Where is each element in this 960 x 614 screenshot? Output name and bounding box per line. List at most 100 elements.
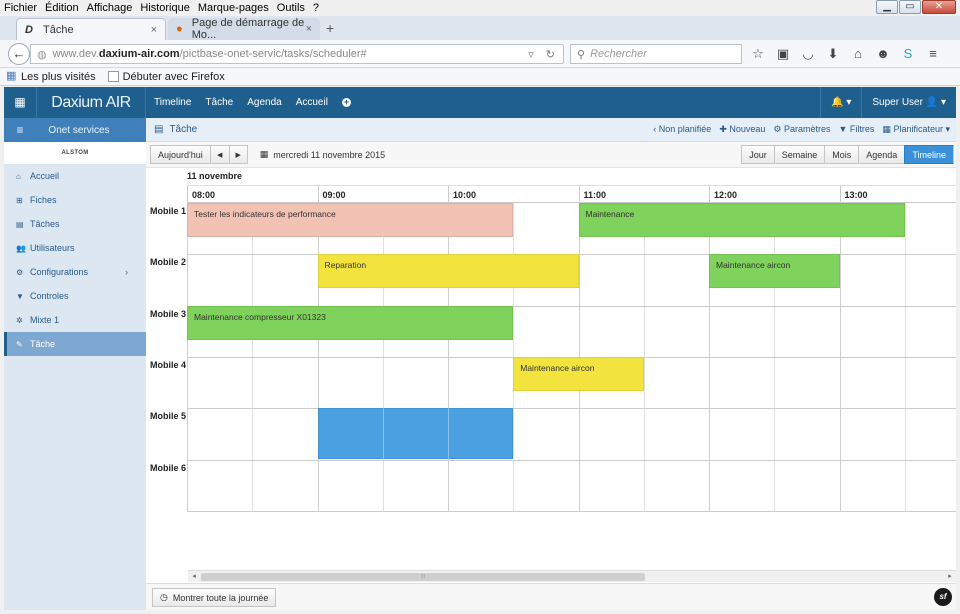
- date-picker[interactable]: ▦ mercredi 11 novembre 2015: [260, 149, 385, 160]
- view-semaine[interactable]: Semaine: [773, 145, 825, 164]
- view-switcher: Jour Semaine Mois Agenda Timeline: [741, 145, 954, 164]
- reading-list-icon[interactable]: ▣: [775, 46, 791, 62]
- topnav-accueil[interactable]: Accueil: [296, 97, 328, 108]
- menu-item[interactable]: ?: [313, 2, 319, 14]
- dropdown-arrow-icon[interactable]: ▿: [528, 48, 534, 61]
- maximize-icon[interactable]: ▭: [899, 0, 921, 14]
- topnav-timeline[interactable]: Timeline: [154, 97, 191, 108]
- sidebar-item-label: Controles: [30, 291, 69, 301]
- minimize-icon[interactable]: ▁: [876, 0, 898, 14]
- browser-toolbar-icons: ☆ ▣ ◡ ⬇ ⌂ ☻ S ≡: [750, 46, 941, 62]
- show-full-day-button[interactable]: ◷ Montrer toute la journée: [152, 588, 277, 607]
- scroll-left-icon[interactable]: ◂: [188, 571, 200, 583]
- new-tab-icon[interactable]: +: [326, 20, 334, 36]
- timeline-event[interactable]: Maintenance compresseur X01323: [187, 305, 514, 340]
- sidebar-item-mixte-1[interactable]: ✲ Mixte 1: [4, 308, 146, 332]
- hour-header: 11:00: [578, 186, 710, 204]
- menu-item[interactable]: Marque-pages: [198, 2, 269, 14]
- tasks-icon: ▤: [16, 219, 24, 229]
- download-icon[interactable]: ⬇: [825, 46, 841, 62]
- page-header: ▤ Tâche ‹ Non planifiée ✚ Nouveau ⚙ Para…: [146, 118, 956, 142]
- timeline-event[interactable]: Maintenance: [578, 203, 905, 237]
- view-timeline[interactable]: Timeline: [904, 145, 954, 164]
- pocket-icon[interactable]: ◡: [800, 46, 816, 62]
- url-path: /pictbase-onet-servic/tasks/scheduler#: [179, 48, 367, 60]
- skype-icon[interactable]: S: [900, 46, 916, 62]
- timeline-event[interactable]: Maintenance aircon: [709, 254, 840, 289]
- hour-header: 10:00: [448, 186, 579, 204]
- scheduler-footer: ◷ Montrer toute la journée sf: [146, 583, 956, 610]
- url-bar[interactable]: ◍ www.dev. daxium-air.com/pictbase-onet-s…: [30, 44, 564, 64]
- menu-item[interactable]: Fichier: [4, 2, 37, 14]
- next-arrow-icon[interactable]: ▶: [228, 145, 248, 164]
- timeline-event[interactable]: Tester les indicateurs de performance: [187, 203, 514, 237]
- sidebar-item-controles[interactable]: ▼ Controles: [4, 284, 146, 308]
- clock-icon: ◷: [160, 592, 168, 602]
- page-icon: [107, 71, 119, 82]
- menu-item[interactable]: Outils: [277, 2, 305, 14]
- browser-tabstrip: D Tâche × ● Page de démarrage de Mo... ×: [0, 16, 960, 41]
- app-topbar: ▦ Daxium AIR Timeline Tâche Agenda Accue…: [4, 87, 956, 118]
- timeline-event[interactable]: Maintenance aircon: [513, 356, 644, 391]
- menu-item[interactable]: Édition: [45, 2, 79, 14]
- today-button[interactable]: Aujourd'hui: [150, 145, 210, 164]
- sidebar: ≡ Onet services ALSTOM ⌂ Accueil ⊞ Fiches ▤ T…: [4, 118, 146, 610]
- app-grid-icon[interactable]: ▦: [4, 87, 36, 118]
- topnav-tache[interactable]: Tâche: [205, 97, 233, 108]
- view-agenda[interactable]: Agenda: [858, 145, 905, 164]
- bookmark-star-icon[interactable]: ☆: [750, 46, 766, 62]
- view-jour[interactable]: Jour: [741, 145, 774, 164]
- topnav-agenda[interactable]: Agenda: [247, 97, 281, 108]
- bookmark-getting-started[interactable]: Débuter avec Firefox: [107, 71, 225, 83]
- user-menu[interactable]: Super User 👤 ▾: [861, 87, 956, 118]
- new-button[interactable]: ✚ Nouveau: [719, 124, 765, 135]
- brand-logo[interactable]: Daxium AIR: [36, 87, 146, 118]
- bookmark-most-visited[interactable]: ▦ Les plus visités: [6, 71, 96, 83]
- top-navigation: Timeline Tâche Agenda Accueil +: [154, 87, 351, 118]
- back-arrow-icon[interactable]: ←: [8, 43, 30, 65]
- symfony-logo-icon[interactable]: sf: [934, 588, 952, 606]
- browser-tab-inactive[interactable]: ● Page de démarrage de Mo... ×: [168, 17, 320, 41]
- browser-search-input[interactable]: ⚲ Rechercher: [570, 44, 742, 64]
- filter-icon: ▼: [16, 291, 24, 301]
- most-visited-icon: ▦: [6, 70, 17, 82]
- sidebar-item-label: Fiches: [30, 195, 57, 205]
- sidebar-item-fiches[interactable]: ⊞ Fiches: [4, 188, 146, 212]
- browser-tab-active[interactable]: D Tâche ×: [16, 18, 166, 40]
- sidebar-item-utilisateurs[interactable]: 👥 Utilisateurs: [4, 236, 146, 260]
- user-icon: 👤: [925, 97, 939, 108]
- sidebar-toggle-icon[interactable]: ≡: [4, 123, 36, 137]
- timeline-event[interactable]: [317, 408, 514, 460]
- event-slot-divider: [448, 408, 449, 460]
- prev-arrow-icon[interactable]: ◀: [209, 145, 229, 164]
- planner-button[interactable]: ▦ Planificateur ▾: [882, 124, 950, 135]
- scroll-thumb[interactable]: ⦙⦙⦙: [201, 573, 645, 581]
- home-icon[interactable]: ⌂: [850, 46, 866, 62]
- tab-close-icon[interactable]: ×: [151, 24, 157, 36]
- sitemap-icon: ⊞: [16, 195, 23, 205]
- notifications-bell-icon[interactable]: 🔔 ▾: [820, 87, 861, 118]
- settings-button[interactable]: ⚙ Paramètres: [773, 124, 830, 135]
- scroll-right-icon[interactable]: ▸: [944, 571, 956, 583]
- tab-close-icon[interactable]: ×: [306, 23, 312, 35]
- add-circle-icon[interactable]: +: [341, 98, 351, 107]
- reload-icon[interactable]: ↻: [546, 48, 555, 61]
- close-icon[interactable]: ✕: [922, 0, 956, 14]
- horizontal-scrollbar[interactable]: ◂ ⦙⦙⦙ ▸: [188, 570, 956, 582]
- globe-icon: ◍: [37, 48, 47, 61]
- sidebar-item-configurations[interactable]: ⚙ Configurations ›: [4, 260, 146, 284]
- unplanned-button[interactable]: ‹ Non planifiée: [653, 124, 711, 135]
- filters-button[interactable]: ▼ Filtres: [839, 124, 875, 135]
- view-mois[interactable]: Mois: [824, 145, 859, 164]
- hamburger-menu-icon[interactable]: ≡: [925, 46, 941, 62]
- timeline-event[interactable]: Reparation: [317, 254, 579, 289]
- sidebar-item-t-che[interactable]: ✎ Tâche: [4, 332, 146, 356]
- sidebar-item-accueil[interactable]: ⌂ Accueil: [4, 164, 146, 188]
- firefox-favicon-icon: ●: [176, 23, 183, 35]
- current-date: mercredi 11 novembre 2015: [273, 149, 386, 160]
- menu-item[interactable]: Affichage: [87, 2, 133, 14]
- chat-icon[interactable]: ☻: [875, 46, 891, 62]
- menu-item[interactable]: Historique: [140, 2, 190, 14]
- sidebar-item-label: Accueil: [30, 171, 60, 181]
- sidebar-item-t-ches[interactable]: ▤ Tâches: [4, 212, 146, 236]
